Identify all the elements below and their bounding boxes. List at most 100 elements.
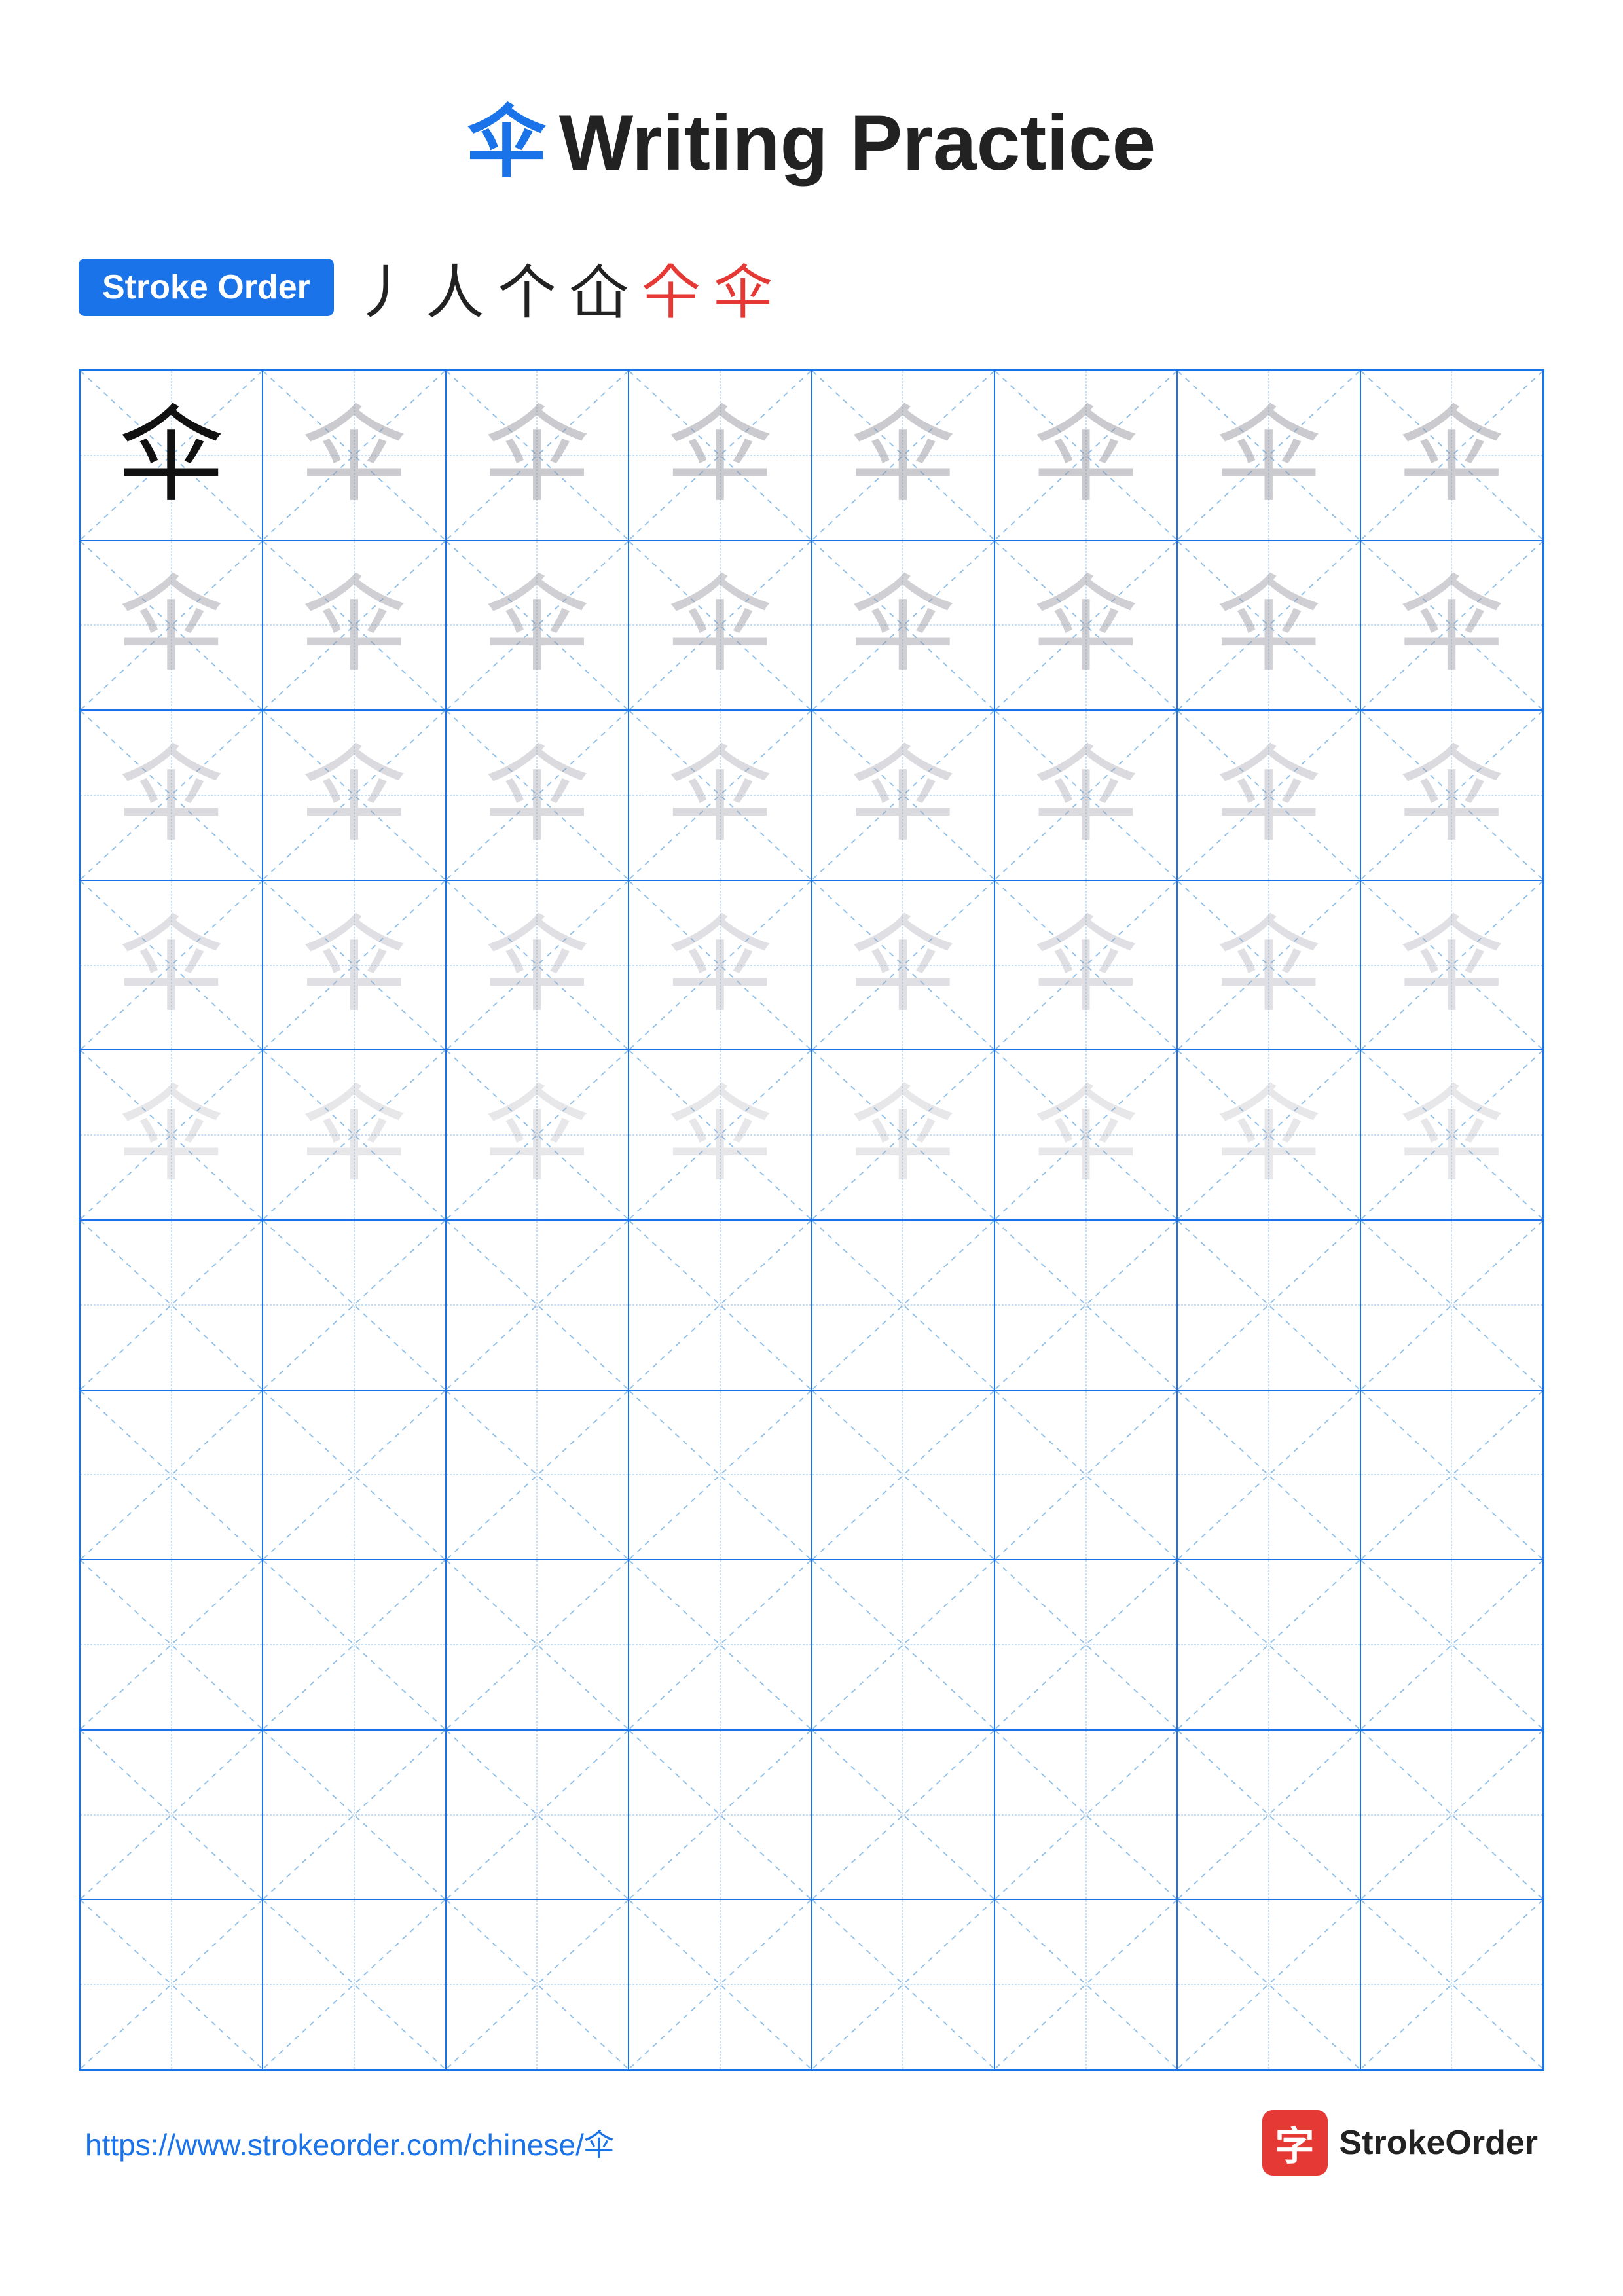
grid-cell[interactable]: 伞 [812,710,994,880]
grid-cell[interactable] [1177,1220,1360,1390]
grid-cell[interactable] [994,1560,1177,1730]
page: 伞Writing Practice Stroke Order 丿 人 个 仚 仐… [0,0,1623,2296]
grid-cell[interactable]: 伞 [446,880,629,1050]
stroke-4: 仚 [570,245,629,330]
practice-char: 伞 [850,913,955,1018]
footer: https://www.strokeorder.com/chinese/伞 字 … [79,2110,1544,2176]
grid-cell[interactable]: 伞 [80,880,263,1050]
grid-cell[interactable]: 伞 [1360,1050,1543,1220]
grid-cell[interactable]: 伞 [1177,1050,1360,1220]
practice-char: 伞 [1399,913,1504,1018]
grid-cell[interactable]: 伞 [263,1050,445,1220]
grid-cell[interactable] [446,1390,629,1560]
grid-cell[interactable]: 伞 [1360,880,1543,1050]
grid-cell[interactable]: 伞 [629,370,811,541]
grid-cell[interactable]: 伞 [1177,880,1360,1050]
stroke-order-chars: 丿 人 个 仚 仐 伞 [354,245,773,330]
grid-cell[interactable] [994,1899,1177,2070]
grid-cell[interactable] [446,1220,629,1390]
grid-cell[interactable]: 伞 [80,370,263,541]
grid-cell[interactable] [812,1730,994,1900]
stroke-1: 丿 [354,245,412,330]
grid-cell[interactable] [263,1390,445,1560]
grid-cell[interactable]: 伞 [994,880,1177,1050]
grid-cell[interactable]: 伞 [994,1050,1177,1220]
grid-cell[interactable] [812,1390,994,1560]
grid-cell[interactable]: 伞 [812,541,994,711]
practice-char: 伞 [302,913,407,1018]
grid-cell[interactable] [263,1899,445,2070]
grid-cell[interactable]: 伞 [994,370,1177,541]
grid-cell[interactable] [1360,1220,1543,1390]
grid-cell[interactable] [446,1560,629,1730]
grid-cell[interactable] [629,1220,811,1390]
grid-cell[interactable]: 伞 [812,370,994,541]
grid-cell[interactable]: 伞 [629,1050,811,1220]
grid-cell[interactable] [1177,1899,1360,2070]
grid-cell[interactable] [629,1560,811,1730]
practice-char: 伞 [668,1083,773,1187]
practice-grid: 伞伞伞伞伞伞伞伞伞伞伞伞伞伞伞伞伞伞伞伞伞伞伞伞伞伞伞伞伞伞伞伞伞伞伞伞伞伞伞伞 [79,369,1544,2071]
grid-cell[interactable] [1360,1899,1543,2070]
grid-cell[interactable] [1177,1560,1360,1730]
practice-char: 伞 [119,403,224,508]
grid-cell[interactable] [263,1220,445,1390]
grid-cell[interactable] [80,1730,263,1900]
grid-cell[interactable] [446,1730,629,1900]
grid-cell[interactable]: 伞 [629,880,811,1050]
grid-cell[interactable]: 伞 [1360,541,1543,711]
grid-cell[interactable] [1360,1560,1543,1730]
grid-cell[interactable] [994,1730,1177,1900]
grid-cell[interactable]: 伞 [263,880,445,1050]
grid-cell[interactable]: 伞 [446,1050,629,1220]
grid-cell[interactable]: 伞 [263,710,445,880]
grid-cell[interactable]: 伞 [263,370,445,541]
grid-cell[interactable] [629,1730,811,1900]
grid-cell[interactable] [446,1899,629,2070]
grid-cell[interactable] [263,1560,445,1730]
footer-url[interactable]: https://www.strokeorder.com/chinese/伞 [85,2121,614,2164]
grid-cell[interactable]: 伞 [446,370,629,541]
grid-cell[interactable]: 伞 [80,541,263,711]
grid-cell[interactable] [812,1220,994,1390]
grid-cell[interactable]: 伞 [812,880,994,1050]
grid-cell[interactable]: 伞 [263,541,445,711]
grid-cell[interactable]: 伞 [446,710,629,880]
grid-cell[interactable] [629,1390,811,1560]
grid-cell[interactable] [812,1899,994,2070]
grid-cell[interactable]: 伞 [1177,370,1360,541]
grid-cell[interactable] [1360,1390,1543,1560]
grid-cell[interactable]: 伞 [446,541,629,711]
grid-cell[interactable]: 伞 [812,1050,994,1220]
practice-char: 伞 [1034,403,1139,508]
title-section: 伞Writing Practice [79,79,1544,192]
brand-name: StrokeOrder [1340,2123,1538,2162]
grid-cell[interactable]: 伞 [994,710,1177,880]
grid-cell[interactable]: 伞 [1360,370,1543,541]
grid-cell[interactable] [80,1899,263,2070]
grid-cell[interactable]: 伞 [80,710,263,880]
practice-char: 伞 [1034,913,1139,1018]
practice-char: 伞 [1034,743,1139,848]
grid-cell[interactable]: 伞 [629,541,811,711]
grid-cell[interactable] [1177,1730,1360,1900]
grid-cell[interactable] [994,1390,1177,1560]
grid-cell[interactable] [1177,1390,1360,1560]
grid-cell[interactable] [994,1220,1177,1390]
grid-cell[interactable] [812,1560,994,1730]
grid-cell[interactable] [263,1730,445,1900]
grid-cell[interactable]: 伞 [629,710,811,880]
grid-cell[interactable]: 伞 [80,1050,263,1220]
grid-cell[interactable]: 伞 [1177,541,1360,711]
grid-cell[interactable] [80,1220,263,1390]
practice-char: 伞 [302,403,407,508]
grid-cell[interactable] [629,1899,811,2070]
grid-cell[interactable] [1360,1730,1543,1900]
grid-cell[interactable]: 伞 [1177,710,1360,880]
grid-cell[interactable]: 伞 [994,541,1177,711]
practice-char: 伞 [1034,1083,1139,1187]
grid-cell[interactable] [80,1390,263,1560]
grid-cell[interactable]: 伞 [1360,710,1543,880]
practice-char: 伞 [1216,573,1321,677]
grid-cell[interactable] [80,1560,263,1730]
